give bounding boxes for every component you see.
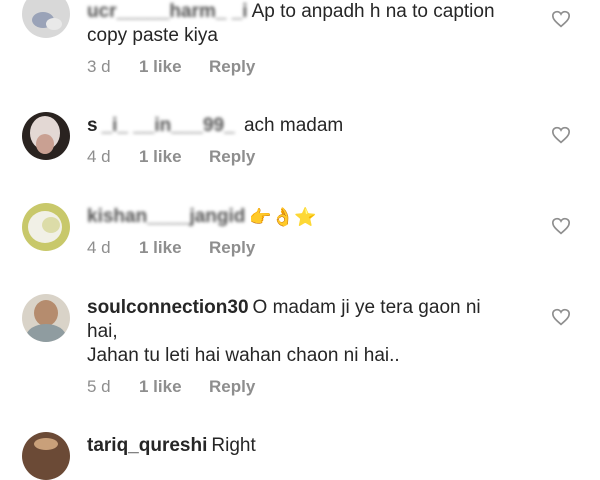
comment-text-continued: copy paste kiya	[87, 25, 218, 46]
comment-age: 4 d	[87, 147, 111, 166]
comment-username-initial[interactable]: s	[87, 115, 98, 136]
avatar[interactable]	[22, 203, 70, 251]
comment-text: Ap to anpadh h na to caption	[251, 1, 495, 22]
reply-button[interactable]: Reply	[209, 237, 255, 259]
comment-likes[interactable]: 1 like	[139, 376, 209, 398]
reply-button[interactable]: Reply	[209, 376, 255, 398]
comment-age: 5 d	[87, 377, 111, 396]
avatar[interactable]	[22, 432, 70, 480]
comment-username[interactable]: ucr_____harm_ _i	[87, 1, 248, 22]
heart-icon[interactable]	[551, 217, 571, 235]
heart-icon[interactable]	[551, 308, 571, 326]
comment-age: 3 d	[87, 57, 111, 76]
comment-username[interactable]: kishan____jangid	[87, 206, 245, 227]
heart-icon[interactable]	[551, 126, 571, 144]
comment-text-continued: Jahan tu leti hai wahan chaon ni hai..	[87, 345, 400, 366]
heart-icon[interactable]	[551, 10, 571, 28]
avatar[interactable]	[22, 112, 70, 160]
avatar[interactable]	[22, 294, 70, 342]
comment-age: 4 d	[87, 238, 111, 257]
comment-text: ach madam	[243, 115, 344, 136]
comment-text: Right	[211, 435, 256, 456]
comment-username[interactable]: _i_ __in___99_	[102, 115, 240, 136]
comment-likes[interactable]: 1 like	[139, 56, 209, 78]
comment-emoji: 👉👌⭐	[249, 207, 317, 227]
reply-button[interactable]: Reply	[209, 146, 255, 168]
comment-text: O madam ji ye tera gaon ni	[252, 297, 481, 318]
comment-likes[interactable]: 1 like	[139, 146, 209, 168]
reply-button[interactable]: Reply	[209, 56, 255, 78]
comment-username[interactable]: soulconnection30	[87, 297, 249, 318]
comment-username[interactable]: tariq_qureshi	[87, 435, 207, 456]
comment-text-continued: hai,	[87, 321, 118, 342]
avatar[interactable]	[22, 0, 70, 38]
comment-likes[interactable]: 1 like	[139, 237, 209, 259]
